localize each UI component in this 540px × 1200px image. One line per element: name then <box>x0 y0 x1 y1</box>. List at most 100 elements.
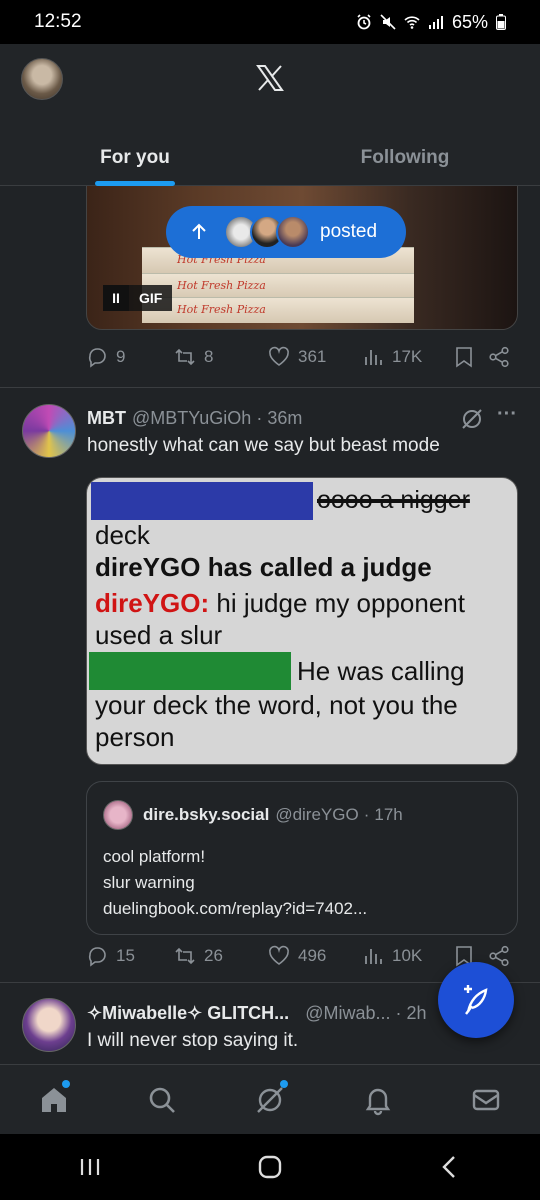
bottom-navigation <box>0 1064 540 1134</box>
tweet-post[interactable]: MBT @MBTYuGiOh · 36m ··· honestly what c… <box>0 389 540 983</box>
reply-count: 9 <box>116 347 126 366</box>
reply-icon <box>88 348 106 368</box>
tweet-actions: 15 26 496 10K <box>86 941 520 971</box>
chat-line: deck <box>95 520 150 550</box>
chat-line-text: hi judge my opponent <box>209 588 465 618</box>
battery-percent: 65% <box>451 11 488 32</box>
author-avatar[interactable] <box>22 998 76 1052</box>
tweet-time: 36m <box>267 407 303 428</box>
nav-notifications[interactable] <box>348 1070 408 1130</box>
share-icon[interactable] <box>488 346 510 368</box>
compose-feather-icon <box>464 985 488 1015</box>
bookmark-icon[interactable] <box>454 346 474 368</box>
reply-button[interactable]: 9 <box>86 346 174 368</box>
avatar <box>276 215 310 249</box>
views-icon <box>365 350 382 365</box>
tweet-post[interactable]: Hot Fresh Pizza Hot Fresh Pizza Hot Fres… <box>0 186 540 388</box>
like-count: 361 <box>298 347 327 366</box>
timeline-feed[interactable]: Hot Fresh Pizza Hot Fresh Pizza Hot Fres… <box>0 186 540 1064</box>
tab-for-you[interactable]: For you <box>0 130 270 186</box>
author-name[interactable]: MBT <box>87 408 126 429</box>
author-name[interactable]: ✧Miwabelle✧ GLITCH... <box>87 1003 289 1024</box>
quote-header: dire.bsky.social @direYGO · 17h <box>103 800 403 830</box>
like-count: 496 <box>298 946 327 965</box>
back-icon[interactable] <box>436 1153 464 1181</box>
x-logo-icon[interactable] <box>255 63 285 93</box>
author-handle[interactable]: @Miwab... <box>305 1003 390 1024</box>
chat-line: used a slur <box>95 620 223 650</box>
status-bar: 12:52 65% <box>0 0 540 44</box>
pizza-box-text: Hot Fresh Pizza <box>177 303 266 316</box>
nav-grok[interactable] <box>240 1070 300 1130</box>
tab-for-you-label: For you <box>100 147 170 168</box>
profile-avatar[interactable] <box>21 58 63 100</box>
grok-icon[interactable] <box>460 407 484 431</box>
quote-avatar <box>103 800 133 830</box>
heart-icon <box>269 945 289 965</box>
tab-following[interactable]: Following <box>270 130 540 186</box>
compose-button[interactable] <box>438 962 514 1038</box>
more-options-icon[interactable]: ··· <box>496 404 518 429</box>
tweet-actions: 9 8 361 17K <box>86 342 520 372</box>
redaction-bar-blue <box>91 482 313 520</box>
views-button[interactable]: 17K <box>362 346 454 368</box>
pizza-box-image: Hot Fresh Pizza <box>142 297 414 323</box>
repost-count: 26 <box>204 946 223 965</box>
mute-icon <box>380 14 396 30</box>
battery-icon <box>496 14 506 30</box>
nav-messages[interactable] <box>456 1070 516 1130</box>
chat-line: He was calling <box>297 656 465 686</box>
new-posts-pill[interactable]: posted <box>166 206 406 258</box>
mail-icon <box>472 1089 500 1110</box>
quote-author-name: dire.bsky.social <box>143 805 270 824</box>
separator: · <box>363 805 370 824</box>
author-handle[interactable]: @MBTYuGiOh <box>132 408 251 429</box>
home-button-icon[interactable] <box>256 1153 284 1181</box>
search-icon <box>149 1087 175 1113</box>
gif-label: GIF <box>129 285 173 311</box>
separator: · <box>395 1002 402 1023</box>
heart-icon <box>269 346 289 366</box>
pause-icon[interactable]: II <box>103 285 129 311</box>
quote-author-handle: @direYGO <box>275 805 359 824</box>
nav-search[interactable] <box>132 1070 192 1130</box>
posted-label: posted <box>320 221 378 242</box>
chat-line: direYGO has called a judge <box>95 552 432 582</box>
status-icons: 65% <box>356 12 506 33</box>
like-button[interactable]: 361 <box>268 346 362 368</box>
views-button[interactable]: 10K <box>362 945 454 967</box>
timeline-tabs: For you Following <box>0 130 540 186</box>
redaction-bar-green <box>89 652 291 690</box>
alarm-icon <box>357 14 371 30</box>
reply-count: 15 <box>116 946 135 965</box>
reply-button[interactable]: 15 <box>86 945 174 967</box>
quote-line: slur warning <box>103 873 195 892</box>
chat-line-text: oooo a nigger <box>317 486 470 514</box>
tweet-header: ✧Miwabelle✧ GLITCH... @Miwab... · 2h <box>87 1000 447 1026</box>
tweet-text: I will never stop saying it. <box>87 1030 299 1051</box>
view-count: 10K <box>392 946 423 965</box>
share-icon[interactable] <box>488 945 510 967</box>
tweet-image[interactable]: oooo a nigger deck direYGO has called a … <box>86 477 518 765</box>
gif-badge[interactable]: II GIF <box>103 285 173 311</box>
quoted-tweet[interactable]: dire.bsky.social @direYGO · 17h cool pla… <box>86 781 518 935</box>
chat-username: direYGO: <box>95 588 210 618</box>
repost-button[interactable]: 26 <box>174 945 268 967</box>
tweet-time: 2h <box>406 1002 427 1023</box>
tab-following-label: Following <box>360 147 450 168</box>
status-time: 12:52 <box>34 11 82 32</box>
repost-button[interactable]: 8 <box>174 346 268 368</box>
chat-line: direYGO: hi judge my opponent <box>95 588 465 619</box>
separator: · <box>256 407 263 428</box>
quote-line: cool platform! <box>103 847 206 866</box>
system-navigation <box>0 1134 540 1200</box>
author-avatar[interactable] <box>22 404 76 458</box>
quote-link[interactable]: duelingbook.com/replay?id=7402... <box>103 896 367 922</box>
notification-dot <box>62 1079 70 1088</box>
recent-apps-icon[interactable] <box>76 1153 104 1181</box>
chat-line: person <box>95 722 175 752</box>
notification-dot <box>280 1079 288 1088</box>
like-button[interactable]: 496 <box>268 945 362 967</box>
pill-avatars <box>224 215 310 249</box>
nav-home[interactable] <box>24 1070 84 1130</box>
